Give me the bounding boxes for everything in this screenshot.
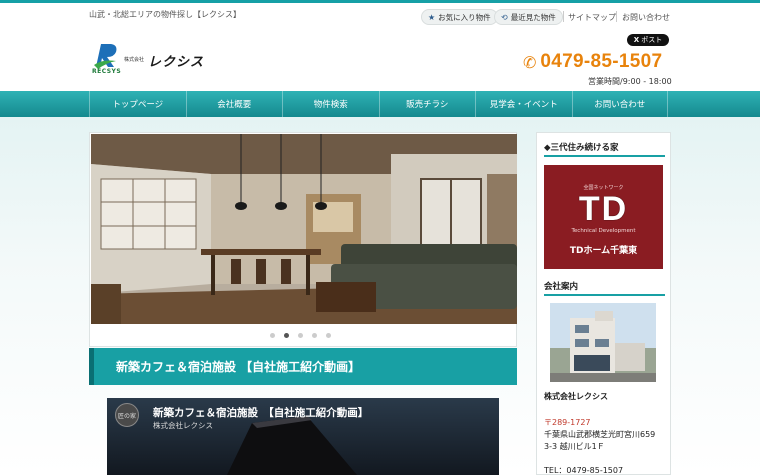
slider-dot[interactable] [270,333,275,338]
nav-item-top[interactable]: トップページ [89,91,186,117]
address-line-1: 千葉県山武郡横芝光町宮川659 [544,430,656,439]
site-header: 山武・北総エリアの物件探し【レクシス】 RECSYS 株式会社 レクシス ★ お… [0,3,760,92]
slider-dot[interactable] [298,333,303,338]
postal-code: 〒289-1727 [544,418,591,427]
slider-dot-active[interactable] [284,333,289,338]
company-name: 株式会社レクシス [544,392,608,401]
cafe-interior-photo [91,134,517,324]
x-post-button[interactable]: X ポスト [627,34,669,46]
sidebar: ◆三代住み続ける家 全国ネットワーク TD Technical Developm… [536,132,671,475]
slider-dot[interactable] [312,333,317,338]
phone-number: 0479-85-1507 [540,51,663,72]
nav-item-company[interactable]: 会社概要 [185,91,283,117]
phone-icon: ✆ [523,52,537,72]
nav-item-events[interactable]: 見学会・イベント [475,91,572,117]
recsys-logo-mark-icon [94,44,117,69]
nav-item-flyers[interactable]: 販売チラシ [378,91,476,117]
channel-logo: 匠の家 [115,403,139,427]
address-line-2: 3-3 越川ビル1Ｆ [544,442,605,451]
logo-text-en: RECSYS [92,68,122,75]
logo-text-jp: レクシス [148,55,205,70]
sitemap-link[interactable]: サイトマップ [568,12,616,23]
divider [563,11,564,22]
site-logo[interactable]: RECSYS 株式会社 レクシス [92,41,222,77]
nav-item-contact[interactable]: お問い合わせ [571,91,668,117]
video-subtitle: 株式会社レクシス [153,421,213,430]
heading-underline [544,294,665,296]
divider [616,11,617,22]
logo-text-kabu: 株式会社 [124,57,145,63]
x-post-label: ポスト [641,36,663,44]
sidebar-heading-company: 会社案内 [544,282,579,292]
business-hours: 営業時間/9:00 - 18:00 [588,77,672,86]
favorites-button[interactable]: ★ お気に入り物件 [421,9,498,25]
star-icon: ★ [428,12,436,22]
phone-contact[interactable]: ✆ 0479-85-1507 [523,51,662,73]
recent-button[interactable]: ⟲ 最近見た物件 [494,9,563,25]
video-title: 新築カフェ＆宿泊施設 【自社施工紹介動画】 [153,407,369,419]
contact-link[interactable]: お問い合わせ [622,12,670,23]
company-tel[interactable]: TEL：0479-85-1507 [544,465,623,475]
x-icon: X [633,36,640,44]
history-icon: ⟲ [501,12,508,22]
heading-underline [544,155,665,157]
td-home-banner[interactable]: 全国ネットワーク TD Technical Development TDホーム千… [544,165,663,269]
hero-slider[interactable] [89,132,517,347]
sidebar-heading-sandai: ◆三代住み続ける家 [544,143,619,153]
slider-dot[interactable] [326,333,331,338]
slider-pagination [270,333,331,338]
recent-label: 最近見た物件 [510,12,556,22]
td-tagline: Technical Development [571,228,636,234]
td-logo-text: TD [578,190,629,228]
td-home-name: TDホーム千葉東 [569,246,638,256]
office-building-photo [550,303,656,382]
video-player[interactable]: 匠の家 新築カフェ＆宿泊施設 【自社施工紹介動画】 株式会社レクシス [107,398,499,475]
global-nav: トップページ 会社概要 物件検索 販売チラシ 見学会・イベント お問い合わせ [0,91,760,117]
favorites-label: お気に入り物件 [438,12,491,22]
section-title: 新築カフェ＆宿泊施設 【自社施工紹介動画】 [89,348,517,385]
site-tagline: 山武・北総エリアの物件探し【レクシス】 [89,10,241,19]
nav-item-search[interactable]: 物件検索 [282,91,379,117]
